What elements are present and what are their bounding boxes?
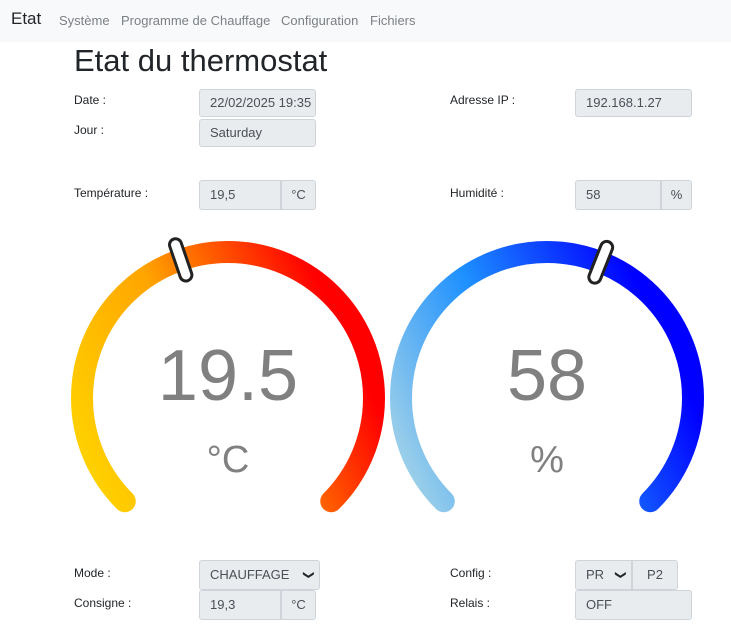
date-field: 22/02/2025 19:35 — [199, 89, 316, 117]
temperature-gauge-unit: °C — [207, 439, 250, 481]
temperature-unit: °C — [281, 180, 316, 210]
mode-select[interactable]: CHAUFFAGE ❯ — [199, 560, 320, 590]
consigne-label: Consigne : — [74, 596, 132, 610]
date-label: Date : — [74, 93, 107, 107]
relais-field: OFF — [575, 590, 692, 620]
config-select[interactable]: PR ❯ — [575, 560, 632, 590]
humidite-unit: % — [661, 180, 692, 210]
nav-item-programme-chauffage[interactable]: Programme de Chauffage — [121, 13, 270, 28]
relais-label: Relais : — [450, 596, 491, 610]
humidity-gauge-unit: % — [530, 439, 564, 481]
consigne-field[interactable]: 19,3 — [199, 590, 281, 620]
jour-field: Saturday — [199, 119, 316, 147]
nav-brand[interactable]: Etat — [11, 9, 41, 29]
temperature-gauge-value: 19.5 — [158, 336, 298, 416]
chevron-down-icon: ❯ — [302, 570, 315, 580]
config-program: P2 — [632, 560, 678, 590]
navbar: Etat Système Programme de Chauffage Conf… — [0, 0, 731, 42]
mode-label: Mode : — [74, 566, 111, 580]
config-select-value: PR — [586, 567, 605, 582]
ip-label: Adresse IP : — [450, 93, 516, 107]
consigne-unit: °C — [281, 590, 316, 620]
ip-field: 192.168.1.27 — [575, 89, 692, 117]
temperature-field: 19,5 — [199, 180, 281, 210]
mode-select-value: CHAUFFAGE — [210, 567, 290, 582]
nav-item-configuration[interactable]: Configuration — [281, 13, 358, 28]
nav-item-fichiers[interactable]: Fichiers — [370, 13, 416, 28]
humidity-gauge: 58 % — [390, 239, 704, 513]
nav-item-systeme[interactable]: Système — [59, 13, 110, 28]
temperature-gauge: 19.5 °C — [71, 237, 385, 513]
config-label: Config : — [450, 566, 492, 580]
humidite-label: Humidité : — [450, 186, 505, 200]
humidity-gauge-value: 58 — [507, 336, 587, 416]
jour-label: Jour : — [74, 123, 105, 137]
humidite-field: 58 — [575, 180, 661, 210]
chevron-down-icon: ❯ — [614, 570, 627, 580]
temperature-label: Température : — [74, 186, 149, 200]
page-title: Etat du thermostat — [74, 43, 328, 78]
